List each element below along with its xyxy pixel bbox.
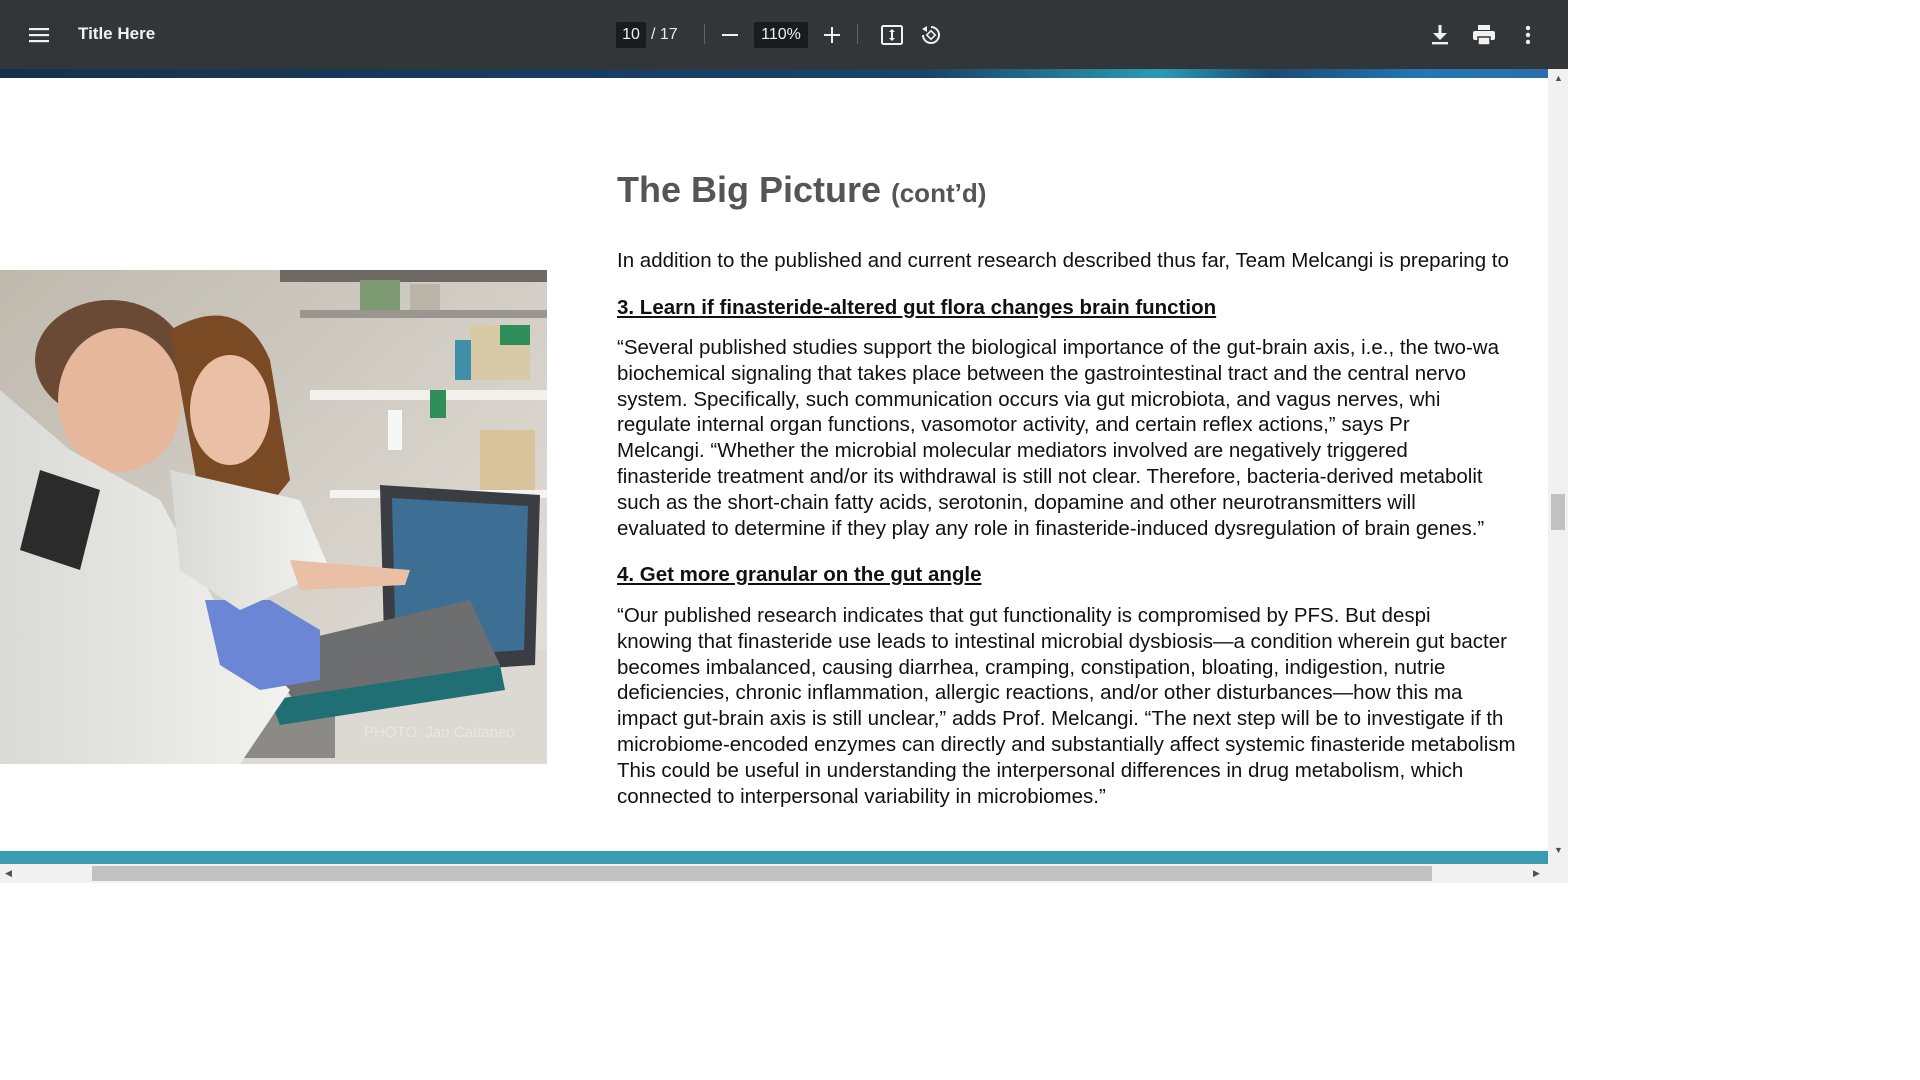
vertical-scrollbar[interactable]: ▲ ▼ xyxy=(1548,69,1568,864)
line: “Several published studies support the b… xyxy=(617,336,1499,359)
page-separator: / xyxy=(651,26,656,43)
line: deficiencies, chronic inflammation, alle… xyxy=(617,681,1463,705)
paragraph-3: “Several published studies support the b… xyxy=(617,335,1548,545)
line: connected to interpersonal variability i… xyxy=(617,784,1106,808)
lab-photo: PHOTO: Jan Cattaneo xyxy=(0,270,547,764)
intro-paragraph: In addition to the published and current… xyxy=(617,249,1509,272)
page-header-banner xyxy=(0,69,1548,78)
heading-continued-label: (cont’d) xyxy=(891,178,987,208)
page-count: / 17 xyxy=(651,26,678,44)
zoom-level-input[interactable]: 110% xyxy=(754,22,808,48)
fit-to-page-button[interactable] xyxy=(874,17,910,53)
line: becomes imbalanced, causing diarrhea, cr… xyxy=(617,655,1446,679)
print-button[interactable] xyxy=(1466,17,1502,53)
line: “Our published research indicates that g… xyxy=(617,604,1431,627)
horizontal-scrollbar[interactable]: ◀ ▶ xyxy=(0,864,1548,883)
toolbar-divider xyxy=(704,24,705,44)
line: system. Specifically, such communication… xyxy=(617,387,1441,411)
line: knowing that finasteride use leads to in… xyxy=(617,629,1507,653)
paragraph-4: “Our published research indicates that g… xyxy=(617,603,1548,813)
rotate-button[interactable] xyxy=(913,17,949,53)
photo-credit: PHOTO: Jan Cattaneo xyxy=(364,724,515,741)
more-vertical-icon xyxy=(1525,25,1531,45)
plus-icon xyxy=(824,27,840,43)
zoom-out-button[interactable] xyxy=(712,17,748,53)
scroll-down-arrow-icon[interactable]: ▼ xyxy=(1554,845,1563,855)
horizontal-scroll-thumb[interactable] xyxy=(92,866,1432,881)
section-heading: The Big Picture (cont’d) xyxy=(617,169,1548,211)
scroll-right-arrow-icon[interactable]: ▶ xyxy=(1533,868,1540,879)
article-column: The Big Picture (cont’d) In addition to … xyxy=(617,169,1548,808)
download-button[interactable] xyxy=(1422,17,1458,53)
lab-photo-illustration xyxy=(0,270,547,764)
rotate-counterclockwise-icon xyxy=(922,26,940,44)
page-number-input[interactable]: 10 xyxy=(616,22,646,48)
heading-title: The Big Picture xyxy=(617,169,882,210)
scroll-left-arrow-icon[interactable]: ◀ xyxy=(5,868,12,879)
line: regulate internal organ functions, vasom… xyxy=(617,413,1410,437)
zoom-in-button[interactable] xyxy=(814,17,850,53)
line: evaluated to determine if they play any … xyxy=(617,516,1485,540)
toolbar-divider xyxy=(857,24,858,44)
print-icon xyxy=(1473,25,1495,45)
more-actions-button[interactable] xyxy=(1510,17,1546,53)
pdf-toolbar: Title Here 10 / 17 110% xyxy=(0,0,1568,69)
page-footer-banner xyxy=(0,851,1548,864)
line: impact gut-brain axis is still unclear,”… xyxy=(617,707,1504,731)
subheading-3: 3. Learn if finasteride-altered gut flor… xyxy=(617,296,1217,319)
download-icon xyxy=(1432,25,1448,45)
line: Melcangi. “Whether the microbial molecul… xyxy=(617,439,1408,463)
vertical-scroll-thumb[interactable] xyxy=(1551,494,1565,530)
line: such as the short-chain fatty acids, ser… xyxy=(617,490,1416,514)
minus-icon xyxy=(722,34,738,36)
fit-to-page-icon xyxy=(881,25,903,45)
line: This could be useful in understanding th… xyxy=(617,758,1464,782)
line: biochemical signaling that takes place b… xyxy=(617,361,1466,385)
line: microbiome-encoded enzymes can directly … xyxy=(617,732,1516,756)
line: finasteride treatment and/or its withdra… xyxy=(617,464,1483,488)
scroll-up-arrow-icon[interactable]: ▲ xyxy=(1554,73,1563,83)
pdf-page-viewport[interactable]: PHOTO: Jan Cattaneo The Big Picture (con… xyxy=(0,69,1548,864)
scrollbar-corner xyxy=(1548,864,1568,883)
page-total: 17 xyxy=(659,26,678,43)
subheading-4: 4. Get more granular on the gut angle xyxy=(617,563,982,586)
hamburger-menu-icon[interactable] xyxy=(21,17,57,53)
document-title: Title Here xyxy=(78,24,156,43)
